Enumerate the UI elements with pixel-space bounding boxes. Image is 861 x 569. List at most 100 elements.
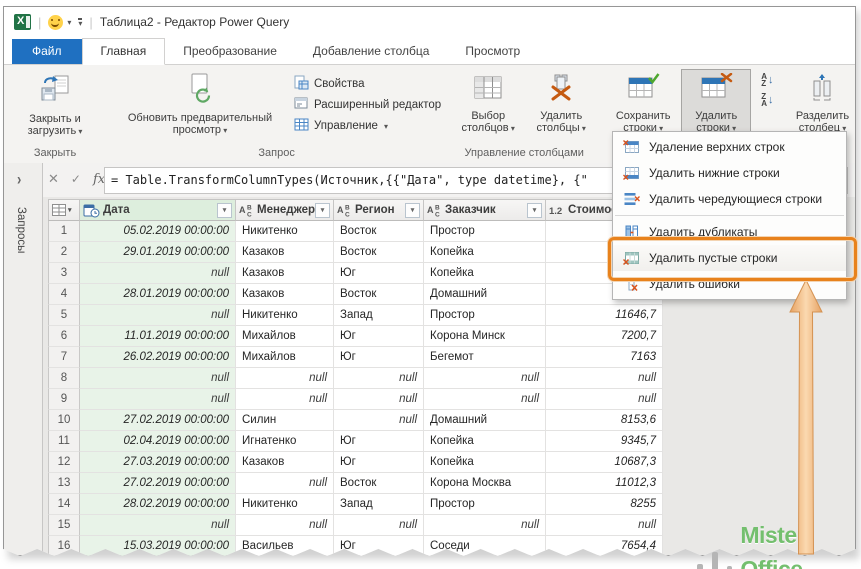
table-cell[interactable]: 8255 [546,494,663,515]
table-cell[interactable]: Силин [236,410,334,431]
row-number[interactable]: 15 [48,515,80,536]
table-cell[interactable]: Копейка [424,242,546,263]
table-cell[interactable]: null [334,410,424,431]
table-cell[interactable]: null [546,368,663,389]
menu-item[interactable]: Удалить нижние строки [613,160,846,186]
table-cell[interactable]: 11012,3 [546,473,663,494]
table-cell[interactable]: Восток [334,221,424,242]
cancel-formula-icon[interactable]: ✕ [48,171,59,187]
table-cell[interactable]: null [424,515,546,536]
table-cell[interactable]: Игнатенко [236,431,334,452]
column-header-manager[interactable]: ABC Менеджер ▾ [236,199,334,221]
row-number[interactable]: 11 [48,431,80,452]
split-column-button[interactable]: Разделить столбец [783,69,861,139]
feedback-smiley-icon[interactable] [48,15,63,30]
table-cell[interactable]: 11.01.2019 00:00:00 [80,326,236,347]
table-cell[interactable]: null [334,515,424,536]
table-cell[interactable]: Юг [334,431,424,452]
table-cell[interactable]: Копейка [424,431,546,452]
table-cell[interactable]: null [80,515,236,536]
row-number[interactable]: 4 [48,284,80,305]
table-cell[interactable]: Никитенко [236,221,334,242]
row-number[interactable]: 2 [48,242,80,263]
table-cell[interactable]: Восток [334,242,424,263]
remove-rows-button[interactable]: Удалить строки [681,69,751,139]
table-cell[interactable]: Юг [334,326,424,347]
menu-item[interactable]: Удалить чередующиеся строки [613,186,846,212]
table-cell[interactable]: Домашний [424,410,546,431]
filter-dropdown-icon[interactable]: ▾ [527,203,542,218]
table-cell[interactable]: null [236,515,334,536]
tab-add-column[interactable]: Добавление столбца [295,39,448,64]
table-cell[interactable]: Бегемот [424,347,546,368]
table-cell[interactable]: 7163 [546,347,663,368]
column-header-client[interactable]: ABC Заказчик ▾ [424,199,546,221]
table-cell[interactable]: Казаков [236,242,334,263]
commit-formula-icon[interactable]: ✓ [71,172,81,186]
advanced-editor-button[interactable]: Расширенный редактор [294,96,441,114]
filter-dropdown-icon[interactable]: ▾ [217,203,232,218]
tab-home[interactable]: Главная [82,38,166,65]
table-corner-button[interactable]: ▾ [48,199,80,221]
row-number[interactable]: 12 [48,452,80,473]
column-header-date[interactable]: Дата ▾ [80,199,236,221]
table-cell[interactable]: 05.02.2019 00:00:00 [80,221,236,242]
table-cell[interactable]: Михайлов [236,347,334,368]
table-cell[interactable]: Корона Москва [424,473,546,494]
table-cell[interactable]: Юг [334,263,424,284]
table-cell[interactable]: 26.02.2019 00:00:00 [80,347,236,368]
table-cell[interactable]: 27.02.2019 00:00:00 [80,473,236,494]
table-cell[interactable]: Домашний [424,284,546,305]
table-cell[interactable]: Юг [334,452,424,473]
row-number[interactable]: 9 [48,389,80,410]
table-cell[interactable]: null [80,263,236,284]
table-cell[interactable]: Никитенко [236,494,334,515]
table-cell[interactable]: null [80,389,236,410]
table-cell[interactable]: null [334,389,424,410]
expand-queries-chevron-icon[interactable]: › [17,169,21,189]
table-cell[interactable]: Казаков [236,263,334,284]
close-and-load-button[interactable]: Закрыть и загрузить [8,69,102,142]
table-cell[interactable]: null [80,368,236,389]
remove-columns-button[interactable]: Удалить столбцы [525,69,597,139]
table-cell[interactable]: Михайлов [236,326,334,347]
table-cell[interactable]: null [424,389,546,410]
table-cell[interactable]: 02.04.2019 00:00:00 [80,431,236,452]
table-cell[interactable]: null [80,305,236,326]
table-cell[interactable]: null [236,389,334,410]
row-number[interactable]: 8 [48,368,80,389]
table-cell[interactable]: Простор [424,305,546,326]
manage-button[interactable]: Управление [294,117,441,135]
table-cell[interactable]: null [546,389,663,410]
table-cell[interactable]: 7200,7 [546,326,663,347]
table-cell[interactable]: null [236,473,334,494]
tab-transform[interactable]: Преобразование [165,39,295,64]
table-cell[interactable]: Копейка [424,452,546,473]
tab-file[interactable]: Файл [12,39,82,64]
table-cell[interactable]: Юг [334,347,424,368]
row-number[interactable]: 5 [48,305,80,326]
table-cell[interactable]: Казаков [236,284,334,305]
filter-dropdown-icon[interactable]: ▾ [315,203,330,218]
table-cell[interactable]: 27.02.2019 00:00:00 [80,410,236,431]
table-cell[interactable]: 28.01.2019 00:00:00 [80,284,236,305]
table-cell[interactable]: null [546,515,663,536]
table-cell[interactable]: Простор [424,494,546,515]
row-number[interactable]: 1 [48,221,80,242]
row-number[interactable]: 13 [48,473,80,494]
sort-ascending-button[interactable]: AZ ↓ [761,73,773,87]
table-cell[interactable]: null [334,368,424,389]
table-cell[interactable]: Копейка [424,263,546,284]
filter-dropdown-icon[interactable]: ▾ [405,203,420,218]
table-cell[interactable]: Простор [424,221,546,242]
table-cell[interactable]: Восток [334,284,424,305]
choose-columns-button[interactable]: Выбор столбцов [451,69,525,139]
keep-rows-button[interactable]: Сохранить строки [605,69,681,139]
table-cell[interactable]: 9345,7 [546,431,663,452]
row-number[interactable]: 3 [48,263,80,284]
row-number[interactable]: 10 [48,410,80,431]
table-cell[interactable]: Казаков [236,452,334,473]
table-cell[interactable]: Корона Минск [424,326,546,347]
table-cell[interactable]: Запад [334,305,424,326]
smiley-caret-icon[interactable]: ▾ [67,18,71,27]
